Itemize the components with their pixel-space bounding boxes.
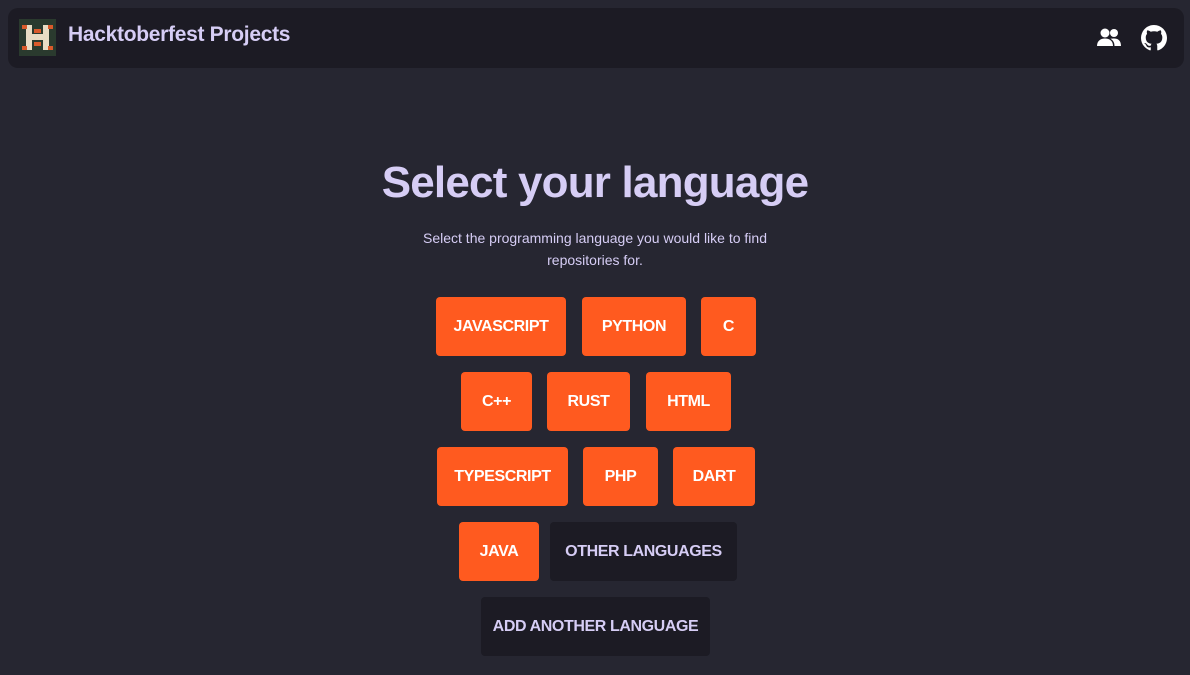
page-subtitle: Select the programming language you woul… bbox=[423, 230, 767, 268]
language-button-c[interactable]: C bbox=[701, 297, 756, 356]
language-button-php[interactable]: PHP bbox=[583, 447, 658, 506]
other-languages-button[interactable]: OTHER LANGUAGES bbox=[550, 522, 737, 581]
language-button-cpp[interactable]: C++ bbox=[461, 372, 532, 431]
language-button-typescript[interactable]: TYPESCRIPT bbox=[437, 447, 568, 506]
top-navbar: Hacktoberfest Projects bbox=[8, 8, 1184, 68]
hacktoberfest-logo-icon[interactable] bbox=[19, 19, 56, 56]
language-button-javascript[interactable]: JAVASCRIPT bbox=[436, 297, 566, 356]
page-title: Select your language bbox=[381, 158, 809, 207]
users-icon[interactable] bbox=[1096, 25, 1122, 51]
language-button-java[interactable]: JAVA bbox=[459, 522, 539, 581]
brand-title[interactable]: Hacktoberfest Projects bbox=[68, 23, 290, 47]
language-button-dart[interactable]: DART bbox=[673, 447, 755, 506]
language-button-rust[interactable]: RUST bbox=[547, 372, 630, 431]
language-button-html[interactable]: HTML bbox=[646, 372, 731, 431]
add-another-language-button[interactable]: ADD ANOTHER LANGUAGE bbox=[481, 597, 710, 656]
github-icon[interactable] bbox=[1141, 25, 1167, 51]
language-button-python[interactable]: PYTHON bbox=[582, 297, 686, 356]
